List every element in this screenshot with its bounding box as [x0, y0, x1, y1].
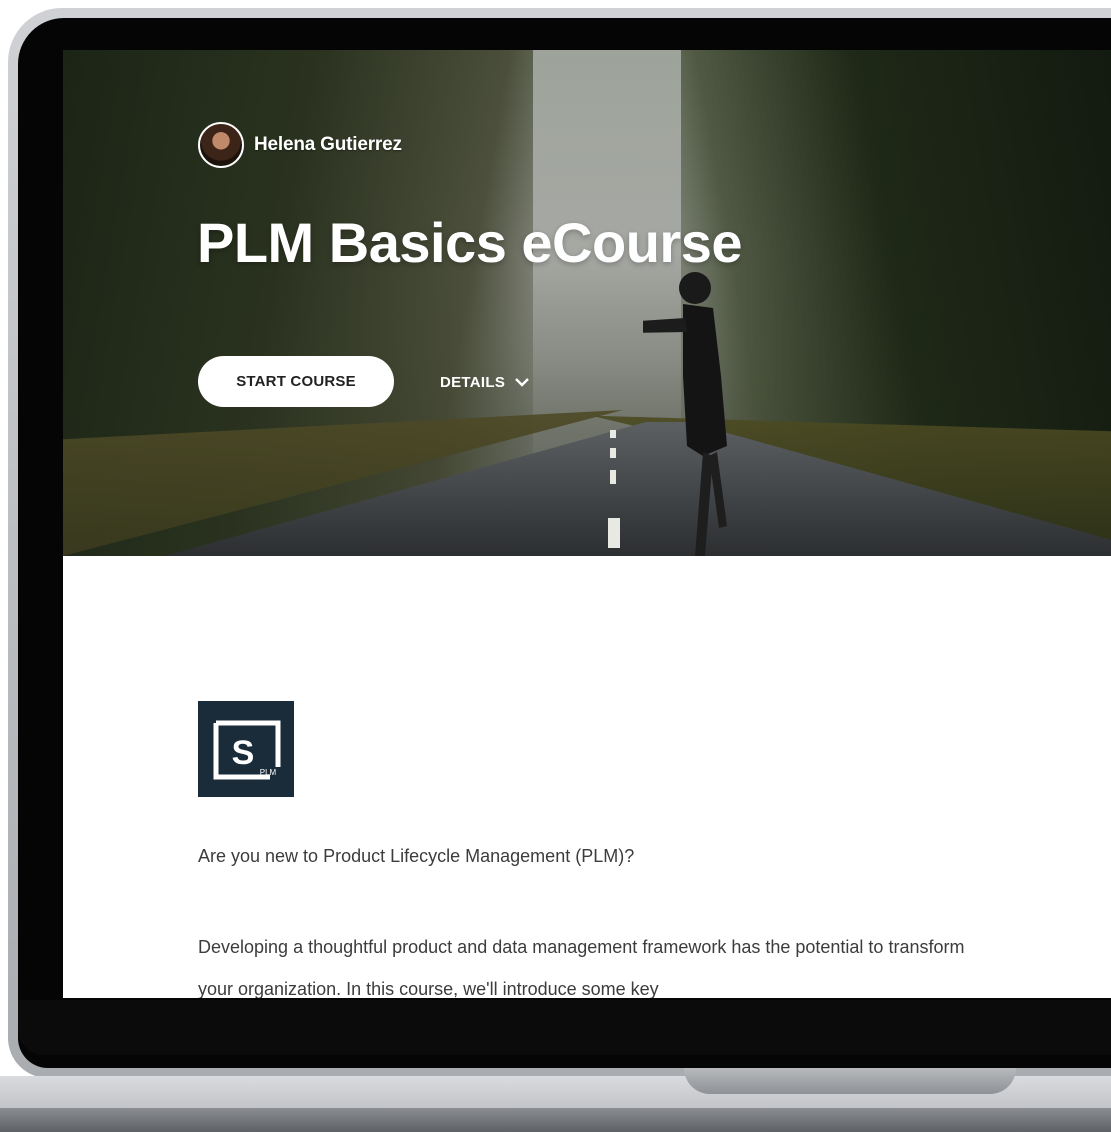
description-text: Developing a thoughtful product and data… — [198, 937, 965, 998]
laptop-notch — [684, 1068, 1016, 1094]
chevron-down-icon — [515, 374, 530, 391]
course-author[interactable]: Helena Gutierrez — [198, 122, 402, 168]
splm-logo: S PLM — [198, 701, 294, 797]
laptop-base-edge — [0, 1108, 1111, 1132]
lane-mark — [610, 430, 616, 438]
screen: Helena Gutierrez PLM Basics eCourse STAR… — [63, 50, 1111, 998]
bezel-bottom — [18, 1000, 1111, 1055]
author-name: Helena Gutierrez — [254, 134, 402, 155]
lane-mark — [610, 470, 616, 484]
lane-mark — [610, 448, 616, 458]
skater-silhouette — [643, 272, 727, 556]
course-title: PLM Basics eCourse — [197, 211, 742, 274]
logo-sub: PLM — [260, 768, 277, 777]
details-toggle[interactable]: DETAILS — [440, 368, 530, 396]
avatar — [198, 122, 244, 168]
hero-banner: Helena Gutierrez PLM Basics eCourse STAR… — [63, 50, 1111, 556]
start-course-button[interactable]: START COURSE — [198, 356, 394, 407]
lane-mark — [608, 518, 620, 548]
logo-letter: S — [232, 734, 255, 772]
details-label: DETAILS — [440, 373, 506, 391]
intro-text: Are you new to Product Lifecycle Managem… — [198, 846, 635, 866]
